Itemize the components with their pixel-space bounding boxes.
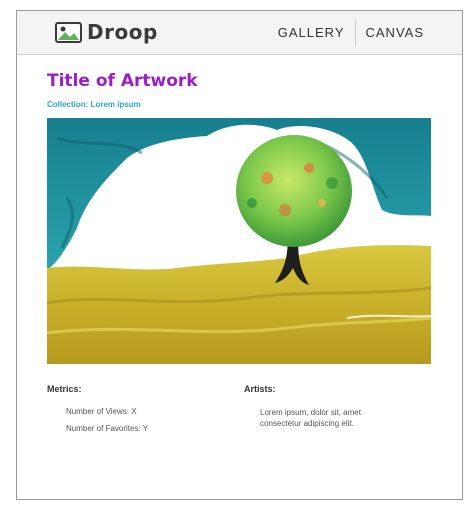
site-header: Droop GALLERY CANVAS — [17, 11, 462, 55]
nav-gallery[interactable]: GALLERY — [268, 25, 355, 40]
artwork-image[interactable] — [47, 118, 431, 364]
logo[interactable]: Droop — [55, 20, 158, 44]
favorites-count: Number of Favorites: Y — [66, 424, 149, 433]
logo-text: Droop — [87, 20, 158, 44]
artists-text: Lorem ipsum, dolor sit, amet consectetur… — [260, 408, 361, 428]
nav-canvas[interactable]: CANVAS — [356, 25, 463, 40]
artists-heading: Artists: — [244, 384, 276, 394]
main-nav: GALLERY CANVAS — [268, 11, 462, 54]
metrics-heading: Metrics: — [47, 384, 82, 394]
image-landscape-icon — [55, 21, 82, 43]
views-count: Number of Views: X — [66, 407, 137, 416]
page-frame: Droop GALLERY CANVAS Title of Artwork Co… — [16, 10, 463, 500]
artwork-title: Title of Artwork — [47, 71, 198, 91]
collection-label[interactable]: Collection: Lorem ipsum — [47, 100, 141, 109]
